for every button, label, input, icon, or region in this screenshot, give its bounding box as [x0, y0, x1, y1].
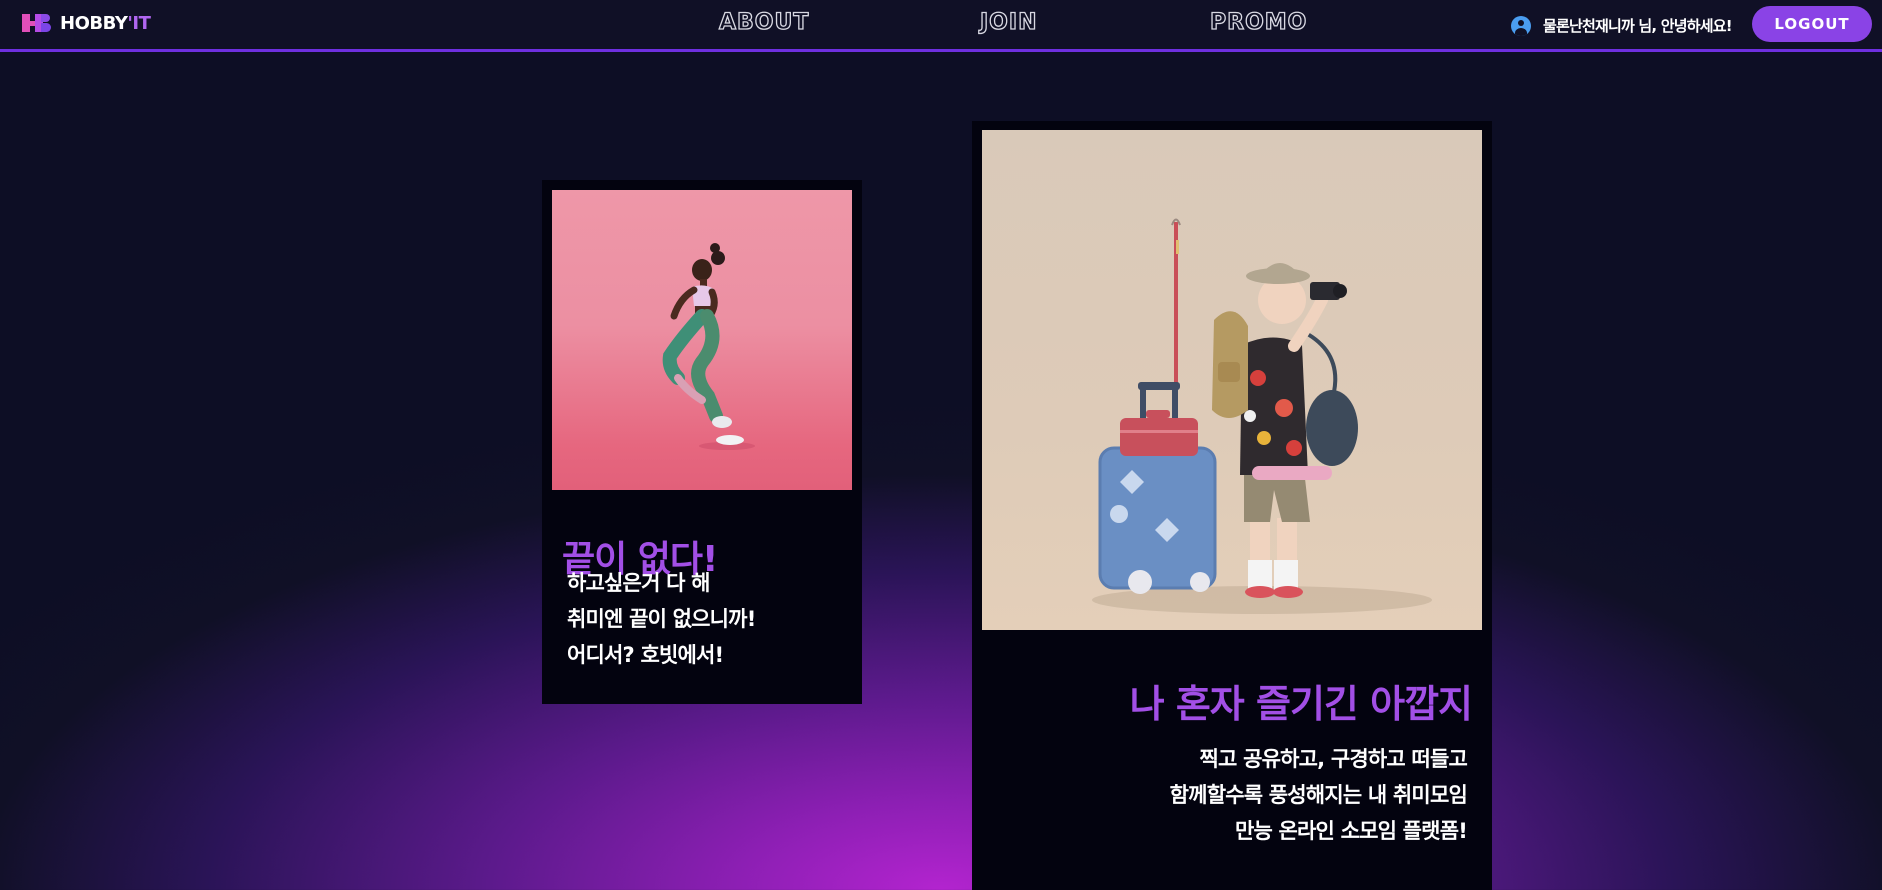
card-line: 취미엔 끝이 없으니까! [567, 607, 756, 631]
nav-about[interactable]: ABOUT [718, 9, 809, 35]
card-description: 찍고 공유하고, 구경하고 떠들고 함께할수록 풍성해지는 내 취미모임 만능 … [1169, 741, 1468, 849]
logout-button[interactable]: LOGOUT [1752, 6, 1872, 42]
logo-text: HOBBY'IT [60, 12, 151, 34]
card-description: 하고싶은거 다 해 취미엔 끝이 없으니까! 어디서? 호빗에서! [567, 565, 756, 673]
card-line: 어디서? 호빗에서! [567, 643, 724, 667]
user-greeting: 물론난천재니까 님, 안녕하세요! [1543, 17, 1733, 35]
card-line: 만능 온라인 소모임 플랫폼! [1234, 819, 1468, 843]
account-circle-icon [1511, 16, 1531, 36]
feature-card-share-hobby: 나 혼자 즐기긴 아깝지 찍고 공유하고, 구경하고 떠들고 함께할수록 풍성해… [972, 121, 1492, 890]
card-line: 하고싶은거 다 해 [567, 571, 710, 595]
hobbyit-logo[interactable]: HOBBY'IT [22, 12, 151, 34]
card-line: 함께할수록 풍성해지는 내 취미모임 [1169, 783, 1468, 807]
nav-promo[interactable]: PROMO [1209, 9, 1307, 35]
running-woman-image [552, 190, 852, 490]
feature-card-no-limits: 끝이 없다! 하고싶은거 다 해 취미엔 끝이 없으니까! 어디서? 호빗에서! [542, 180, 862, 704]
traveler-image [982, 130, 1482, 630]
card-title: 나 혼자 즐기긴 아깝지 [1129, 681, 1473, 726]
nav-join[interactable]: JOIN [979, 9, 1038, 35]
logo-mark-icon [22, 12, 52, 34]
card-line: 찍고 공유하고, 구경하고 떠들고 [1199, 747, 1468, 771]
top-navigation-bar: HOBBY'IT ABOUT JOIN PROMO 물론난천재니까 님, 안녕하… [0, 0, 1882, 52]
